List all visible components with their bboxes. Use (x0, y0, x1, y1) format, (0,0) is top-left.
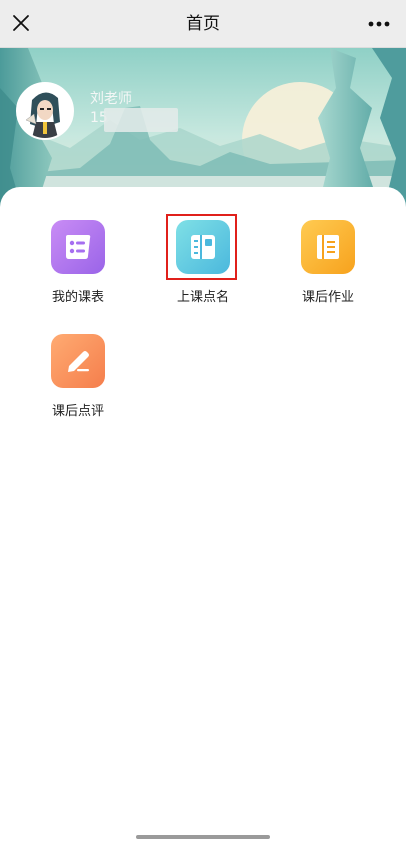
close-button[interactable] (6, 8, 36, 38)
schedule-icon (51, 220, 105, 274)
more-button[interactable] (364, 9, 394, 39)
avatar[interactable] (16, 82, 74, 140)
phone-redaction-mask (104, 108, 178, 132)
more-icon (368, 21, 390, 27)
menu-item-homework[interactable]: 课后作业 (273, 220, 383, 320)
page-title: 首页 (186, 14, 220, 34)
menu-item-review[interactable]: 课后点评 (23, 334, 133, 434)
close-icon (13, 15, 29, 31)
teacher-name: 刘老师 (90, 91, 132, 107)
menu-label-schedule: 我的课表 (51, 290, 104, 305)
title-bar: 首页 (0, 0, 406, 48)
home-indicator (136, 835, 270, 839)
avatar-character-icon (18, 84, 72, 138)
menu-label-homework: 课后作业 (301, 290, 354, 305)
menu-label-roll-call: 上课点名 (176, 290, 229, 305)
review-icon (51, 334, 105, 388)
menu-item-schedule[interactable]: 我的课表 (23, 220, 133, 320)
homework-icon (301, 220, 355, 274)
highlight-box (166, 214, 237, 280)
menu-label-review: 课后点评 (51, 404, 104, 419)
